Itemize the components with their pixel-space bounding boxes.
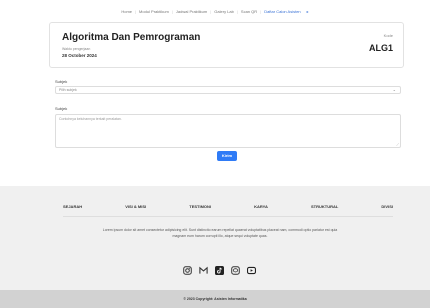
copyright-bar: © 2023 Copyright: Asisten Informatika <box>0 290 430 308</box>
footer-link-divisi[interactable]: DIVISI <box>381 204 393 209</box>
footer-links: SEJARAH VISI & MISI TESTIMONI KARYA STRU… <box>63 204 393 209</box>
top-navigation: Home | Modul Praktikum | Jadwal Praktiku… <box>0 9 430 14</box>
nav-link-galery[interactable]: Galery Lab <box>211 9 237 14</box>
footer-link-sejarah[interactable]: SEJARAH <box>63 204 82 209</box>
subject-select-value: Pilih subjek <box>59 88 77 92</box>
footer: SEJARAH VISI & MISI TESTIMONI KARYA STRU… <box>0 186 430 290</box>
nav-link-home[interactable]: Home <box>118 9 135 14</box>
resize-handle-icon[interactable]: ⟋ <box>396 142 399 147</box>
course-code: ALG1 <box>368 43 393 53</box>
instagram-icon[interactable] <box>183 266 192 275</box>
footer-link-struktural[interactable]: STRUKTURAL <box>311 204 338 209</box>
message-textarea[interactable]: Contohnya keluhannya terkait peralatan. … <box>55 114 401 148</box>
footer-link-testimoni[interactable]: TESTIMONI <box>189 204 211 209</box>
gmail-icon[interactable] <box>199 266 208 275</box>
message-label: Subjek <box>55 106 68 111</box>
date-label: Waktu pengerjaan <box>62 47 91 51</box>
submit-button[interactable]: Kirim <box>217 151 237 161</box>
subject-select[interactable]: Pilih subjek ⌄ <box>55 86 401 94</box>
tiktok-icon[interactable] <box>215 266 224 275</box>
chevron-down-icon: ⌄ <box>392 87 396 92</box>
footer-description: Lorem ipsum dolor sit amet consectetur a… <box>102 228 338 238</box>
subject-label: Subjek <box>55 79 68 84</box>
footer-divider <box>63 216 393 217</box>
nav-link-jadwal[interactable]: Jadwal Praktikum <box>173 9 210 14</box>
course-card: Algoritma Dan Pemrograman Waktu pengerja… <box>49 22 404 68</box>
course-title: Algoritma Dan Pemrograman <box>62 32 201 43</box>
line-icon[interactable] <box>231 266 240 275</box>
footer-link-visi-misi[interactable]: VISI & MISI <box>125 204 146 209</box>
footer-link-karya[interactable]: KARYA <box>254 204 268 209</box>
chevron-right-icon: ▸ <box>306 9 309 14</box>
message-placeholder: Contohnya keluhannya terkait peralatan. <box>59 117 122 121</box>
code-label: Kode <box>383 33 393 38</box>
nav-link-scan[interactable]: Scan QR <box>238 9 260 14</box>
course-date: 28 October 2024 <box>62 53 97 58</box>
social-links <box>183 266 263 275</box>
nav-link-modul[interactable]: Modul Praktikum <box>136 9 172 14</box>
nav-link-daftar[interactable]: Daftar Calon Asisten <box>261 9 303 14</box>
youtube-icon[interactable] <box>247 266 256 275</box>
